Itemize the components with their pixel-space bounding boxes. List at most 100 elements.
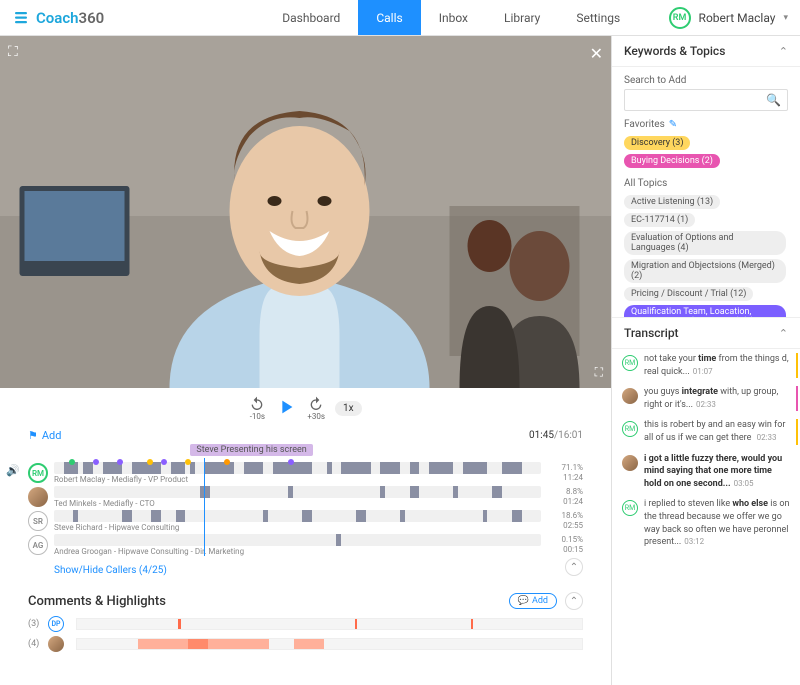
rewind-icon [249, 396, 265, 412]
video-frame-illustration [0, 36, 611, 388]
transcript-entry[interactable]: TM i got a little fuzzy there, would you… [612, 449, 800, 495]
expand-icon[interactable]: ⛶ [8, 44, 18, 60]
transcript-text: you guys integrate with, up group, right… [644, 386, 790, 411]
collapse-timeline-button[interactable]: ⌃ [565, 558, 583, 576]
transcript-entry[interactable]: RM this is robert by and an easy win for… [612, 415, 800, 448]
search-field[interactable] [631, 95, 766, 106]
comment-count: (4) [28, 639, 42, 649]
nav-dashboard[interactable]: Dashboard [264, 0, 358, 35]
favorites-label: Favorites [624, 119, 665, 130]
transcript-avatar: RM [622, 421, 638, 437]
topic-pill[interactable]: EC-117714 (1) [624, 213, 695, 227]
topic-pill[interactable]: Evaluation of Options and Languages (4) [624, 231, 786, 255]
rewind-button[interactable]: -10s [249, 396, 265, 421]
forward-button[interactable]: +30s [307, 396, 325, 421]
speaker-stats: 8.8%01:24 [547, 487, 583, 506]
keywords-panel-header[interactable]: Keywords & Topics ⌃ [612, 36, 800, 67]
transcript-entry[interactable]: RM i replied to steven like who else is … [612, 494, 800, 552]
logo-text: Coach360 [36, 9, 104, 27]
transcript-text: i got a little fuzzy there, would you mi… [644, 453, 790, 491]
transcript-entry[interactable]: TM you guys integrate with, up group, ri… [612, 382, 800, 415]
speaker-track[interactable] [54, 534, 541, 546]
user-name[interactable]: Robert Maclay [699, 11, 776, 25]
transcript-entry[interactable]: RM not take your time from the things d,… [612, 349, 800, 382]
video-player[interactable]: ⛶ ✕ ⛶ [0, 36, 611, 388]
speaker-stats: 0.15%00:15 [547, 535, 583, 554]
search-icon: 🔍 [766, 93, 781, 107]
comment-track[interactable] [76, 618, 583, 630]
speaker-track[interactable] [54, 462, 541, 474]
speaker-stats: 71.1%11:24 [547, 463, 583, 482]
speaker-avatar[interactable]: RM [28, 463, 48, 483]
topic-pill[interactable]: Migration and Objectsions (Merged) (2) [624, 259, 786, 283]
speaker-name: Steve Richard - Hipwave Consulting [54, 523, 541, 532]
transcript-avatar: RM [622, 500, 638, 516]
transcript-panel-header[interactable]: Transcript ⌃ [612, 317, 800, 349]
commenter-avatar[interactable]: DP [48, 616, 64, 632]
speaker-row: AG Andrea Groogan - Hipwave Consulting -… [28, 534, 583, 556]
transcript-title: Transcript [624, 326, 679, 340]
keyword-search-input[interactable]: 🔍 [624, 89, 788, 111]
topic-pill[interactable]: Qualification Team, Loacation, Selling M… [624, 305, 786, 317]
nav-calls[interactable]: Calls [358, 0, 420, 35]
playhead[interactable] [204, 458, 205, 556]
transcript-text: not take your time from the things d, re… [644, 353, 790, 378]
close-icon[interactable]: ✕ [590, 44, 603, 63]
chevron-up-icon: ⌃ [779, 45, 788, 58]
collapse-comments-button[interactable]: ⌃ [565, 592, 583, 610]
user-avatar[interactable]: RM [669, 7, 691, 29]
screen-share-annotation[interactable]: Steve Presenting his screen [190, 444, 312, 456]
chevron-up-icon: ⌃ [779, 327, 788, 340]
nav-settings[interactable]: Settings [558, 0, 638, 35]
forward-icon [308, 396, 324, 412]
transcript-text: i replied to steven like who else is on … [644, 498, 790, 548]
playback-controls: -10s +30s 1x [0, 388, 611, 429]
keywords-title: Keywords & Topics [624, 44, 725, 58]
speaker-avatar[interactable]: SR [28, 511, 48, 531]
speaker-name: Robert Maclay - Mediafly - VP Product [54, 475, 541, 484]
speaker-track[interactable] [54, 510, 541, 522]
topic-pill[interactable]: Active Listening (13) [624, 195, 720, 209]
logo-icon [12, 9, 30, 27]
comment-row: (4) TM [28, 636, 583, 652]
add-comment-button[interactable]: 💬 Add [509, 593, 557, 609]
topic-pill[interactable]: Discovery (3) [624, 136, 690, 150]
speaker-avatar[interactable]: TM [28, 487, 48, 507]
speaker-stats: 18.6%02:55 [547, 511, 583, 530]
sound-icon: 🔊 [6, 464, 20, 477]
main-nav: DashboardCallsInboxLibrarySettings [264, 0, 638, 35]
search-label: Search to Add [624, 75, 788, 86]
comment-count: (3) [28, 619, 42, 629]
flag-icon: ⚑ [28, 429, 38, 442]
topic-pill[interactable]: Pricing / Discount / Trial (12) [624, 287, 753, 301]
transcript-avatar: RM [622, 355, 638, 371]
speaker-row: TM Ted Minkels - Mediafly - CTO 8.8%01:2… [28, 486, 583, 508]
speed-button[interactable]: 1x [335, 401, 362, 416]
time-indicator: 01:45/16:01 [529, 430, 583, 441]
chevron-down-icon[interactable]: ▾ [783, 13, 788, 23]
comment-track[interactable] [76, 638, 583, 650]
nav-library[interactable]: Library [486, 0, 558, 35]
comments-title: Comments & Highlights [28, 594, 166, 609]
speaker-row: 🔊 RM Robert Maclay - Mediafly - VP Produ… [28, 462, 583, 484]
transcript-text: this is robert by and an easy win for al… [644, 419, 790, 444]
comment-row: (3) DP [28, 616, 583, 632]
speaker-name: Andrea Groogan - Hipwave Consulting - Di… [54, 547, 541, 556]
all-topics-label: All Topics [624, 178, 788, 189]
app-logo[interactable]: Coach360 [12, 9, 104, 27]
transcript-avatar: TM [622, 455, 638, 471]
transcript-avatar: TM [622, 388, 638, 404]
topic-pill[interactable]: Buying Decisions (2) [624, 154, 720, 168]
speaker-row: SR Steve Richard - Hipwave Consulting 18… [28, 510, 583, 532]
show-hide-callers-link[interactable]: Show/Hide Callers (4/25) [54, 565, 167, 576]
speaker-avatar[interactable]: AG [28, 535, 48, 555]
play-icon [275, 396, 297, 418]
fullscreen-icon[interactable]: ⛶ [595, 365, 603, 380]
speech-bubble-icon: 💬 [518, 596, 529, 606]
nav-inbox[interactable]: Inbox [421, 0, 486, 35]
play-button[interactable] [275, 396, 297, 421]
commenter-avatar[interactable]: TM [48, 636, 64, 652]
edit-favorites-icon[interactable]: ✎ [669, 119, 677, 130]
add-annotation-button[interactable]: ⚑ Add [28, 429, 61, 442]
speaker-track[interactable] [54, 486, 541, 498]
